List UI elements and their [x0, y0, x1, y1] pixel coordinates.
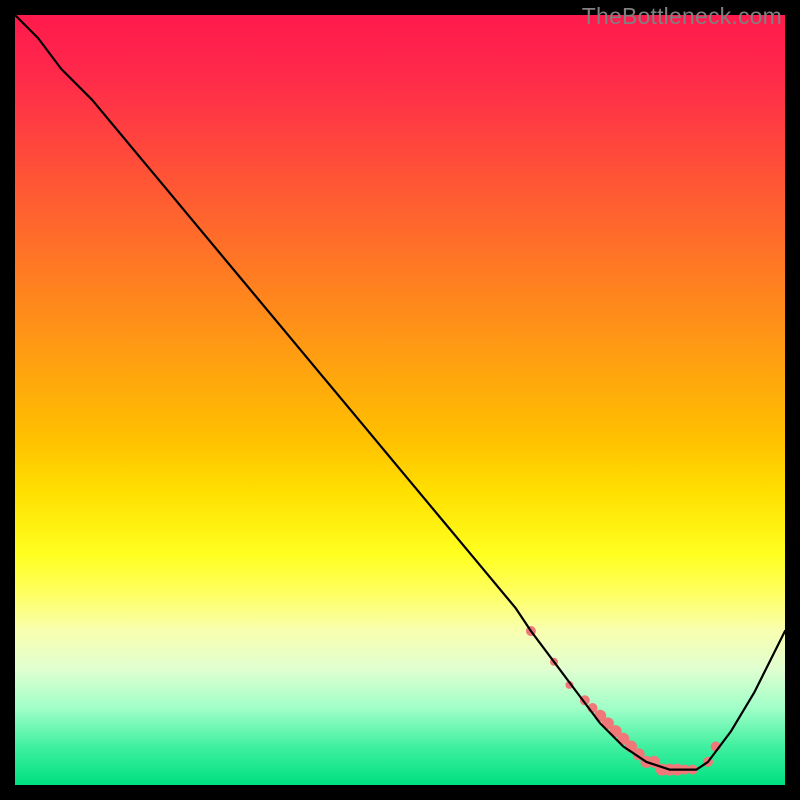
marker-cluster [526, 626, 721, 776]
chart-container: TheBottleneck.com [0, 0, 800, 800]
bottleneck-curve [15, 15, 785, 770]
chart-overlay [15, 15, 785, 785]
watermark-text: TheBottleneck.com [582, 3, 782, 30]
